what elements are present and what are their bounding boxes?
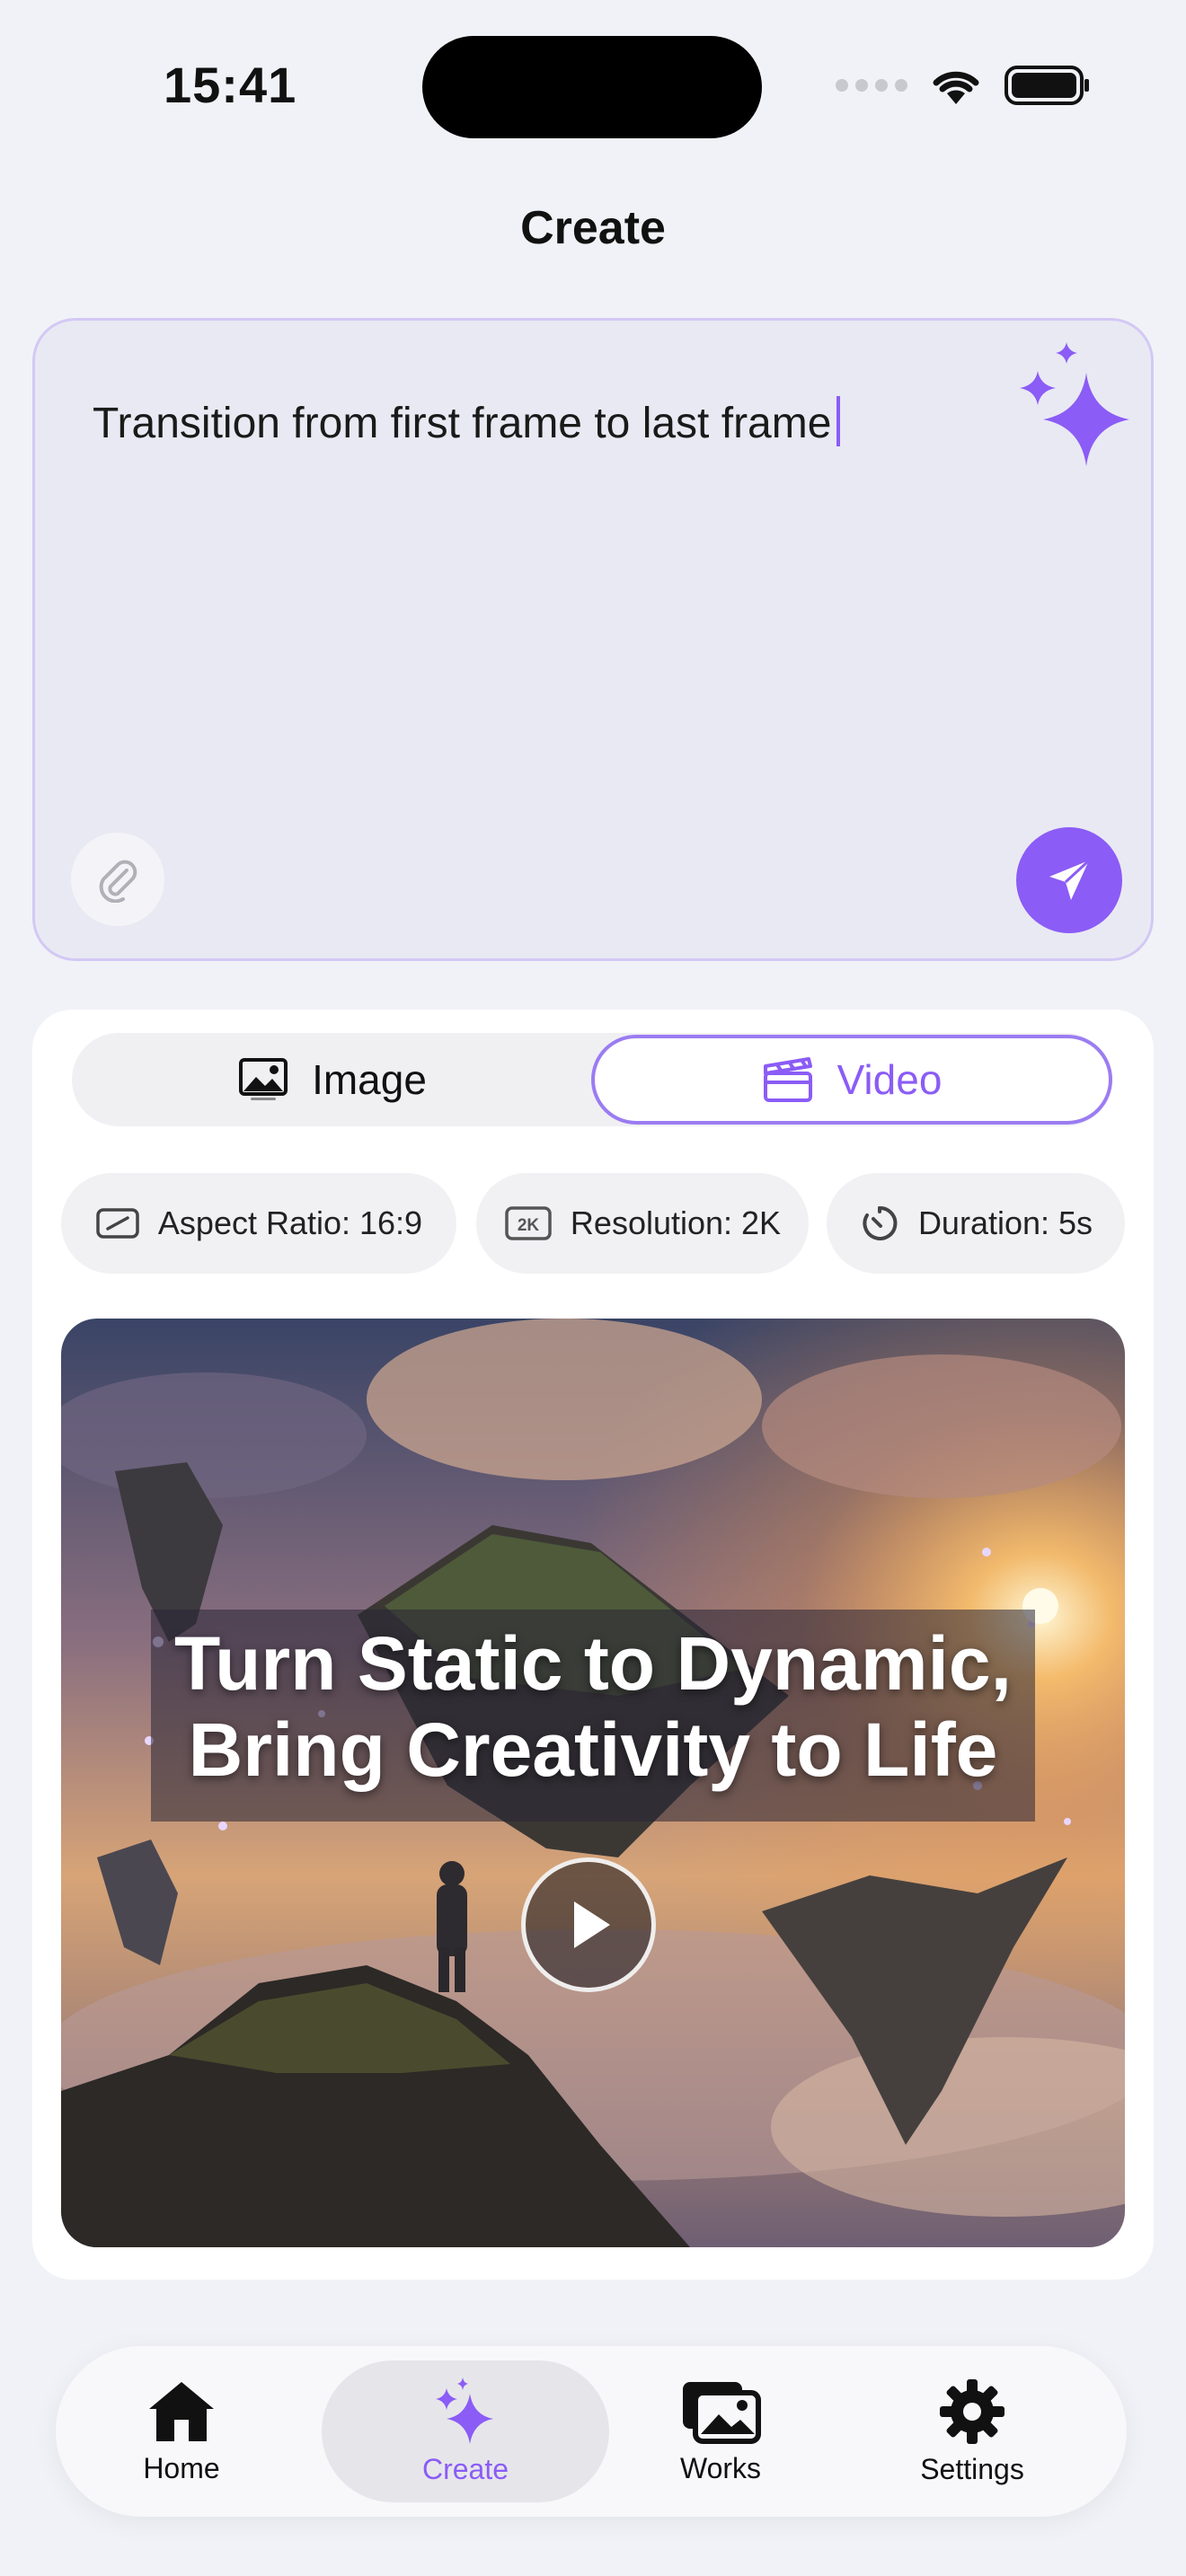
aspect-ratio-label: Aspect Ratio: 16:9: [157, 1204, 423, 1241]
aspect-ratio-chip[interactable]: Aspect Ratio: 16:9: [61, 1173, 456, 1274]
headline-line-1: Turn Static to Dynamic,: [174, 1621, 1012, 1706]
prompt-text: Transition from first frame to last fram…: [93, 400, 832, 447]
attach-button[interactable]: [71, 833, 164, 926]
paperclip-icon: [99, 860, 137, 903]
gallery-icon: [683, 2381, 761, 2444]
duration-label: Duration: 5s: [917, 1204, 1093, 1241]
tab-works-label: Works: [679, 2451, 762, 2484]
video-option[interactable]: Video: [591, 1035, 1112, 1125]
prompt-card: Transition from first frame to last fram…: [32, 318, 1154, 961]
sparkle-icon[interactable]: [1016, 340, 1133, 475]
status-icons: [836, 65, 1091, 106]
cellular-signal-icon: [836, 79, 907, 92]
play-icon: [574, 1901, 610, 1948]
image-icon: [239, 1058, 288, 1100]
image-option-label: Image: [312, 1056, 427, 1103]
text-caret: [836, 396, 841, 446]
send-button[interactable]: [1016, 827, 1122, 933]
dynamic-island: [422, 36, 762, 138]
media-type-toggle: Image Video: [72, 1033, 1112, 1126]
duration-chip[interactable]: Duration: 5s: [827, 1173, 1125, 1274]
resolution-label: Resolution: 2K: [570, 1204, 782, 1241]
resolution-chip[interactable]: 2K Resolution: 2K: [476, 1173, 809, 1274]
timer-icon: [863, 1205, 898, 1240]
clapperboard-icon: [763, 1057, 812, 1102]
preview-headline: Turn Static to Dynamic, Bring Creativity…: [61, 1620, 1125, 1793]
tab-settings[interactable]: Settings: [873, 2346, 1071, 2517]
battery-icon: [1005, 66, 1089, 105]
sparkle-icon: [436, 2377, 493, 2444]
status-time: 15:41: [164, 57, 297, 113]
tab-home-label: Home: [143, 2451, 220, 2484]
wifi-icon: [933, 71, 979, 104]
paper-plane-icon: [1049, 859, 1091, 900]
prompt-input[interactable]: Transition from first frame to last fram…: [93, 396, 841, 448]
page-title: Create: [520, 202, 666, 254]
image-option[interactable]: Image: [72, 1033, 593, 1126]
play-button[interactable]: [521, 1857, 656, 1992]
preview-video[interactable]: Turn Static to Dynamic, Bring Creativity…: [61, 1319, 1125, 2247]
video-option-label: Video: [836, 1056, 943, 1103]
home-icon: [149, 2381, 214, 2441]
resolution-icon: 2K: [505, 1206, 552, 1240]
tab-settings-label: Settings: [920, 2452, 1024, 2485]
headline-line-2: Bring Creativity to Life: [188, 1707, 998, 1792]
bottom-tab-bar: Home Create Works Settings: [56, 2346, 1127, 2517]
tab-create[interactable]: Create: [322, 2360, 609, 2502]
tab-home[interactable]: Home: [110, 2346, 253, 2517]
resolution-badge: 2K: [518, 1216, 540, 1235]
gear-icon: [940, 2378, 1005, 2444]
tab-works[interactable]: Works: [640, 2346, 801, 2517]
tab-create-label: Create: [421, 2452, 509, 2485]
options-panel: Image Video Aspect Ratio: 16:9 2K Resolu…: [32, 1010, 1154, 2280]
aspect-ratio-icon: [96, 1208, 139, 1239]
